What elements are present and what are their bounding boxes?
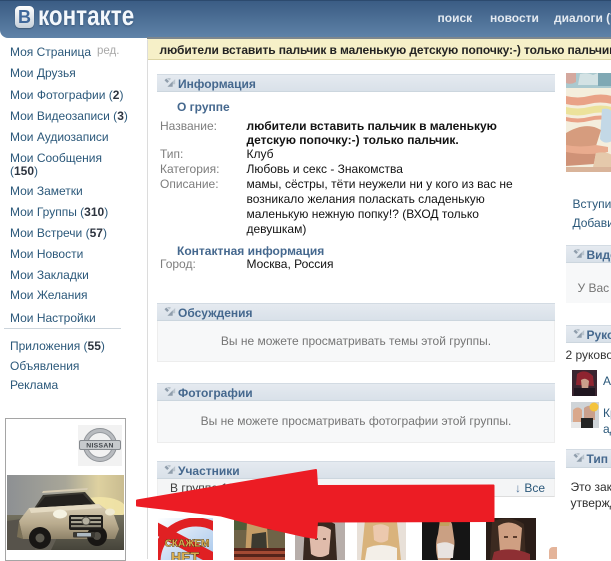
svg-text:NISSAN: NISSAN: [86, 443, 113, 450]
svg-text:НЕТ: НЕТ: [171, 549, 199, 560]
svg-text:СКАЖЕМ: СКАЖЕМ: [165, 538, 210, 549]
